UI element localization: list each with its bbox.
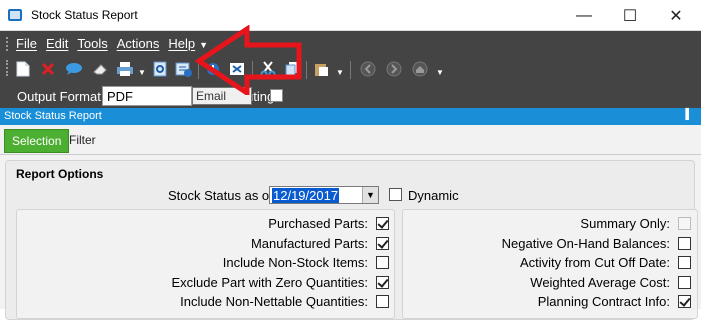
option-row: Include Non-Stock Items: — [223, 253, 389, 272]
summary-only-checkbox[interactable] — [678, 217, 691, 230]
title-bar: Stock Status Report — ☐ ✕ — [0, 0, 701, 31]
close-button[interactable]: ✕ — [653, 0, 699, 31]
print-icon[interactable] — [115, 59, 135, 79]
include-non-nettable-checkbox[interactable] — [376, 295, 389, 308]
weighted-average-cost-checkbox[interactable] — [678, 276, 691, 289]
manufactured-parts-checkbox[interactable] — [376, 237, 389, 250]
menu-toolbar-area: File Edit Tools Actions Help ▼ ▼ ▼ ▼ Out… — [0, 31, 701, 108]
option-label: Purchased Parts: — [268, 216, 368, 231]
stock-status-date-input[interactable]: 12/19/2017 ▼ — [269, 186, 379, 204]
option-label: Planning Contract Info: — [537, 294, 670, 309]
report-options-title: Report Options — [16, 167, 104, 181]
option-label: Manufactured Parts: — [250, 236, 368, 251]
planning-contract-checkbox[interactable] — [678, 295, 691, 308]
option-label: Negative On-Hand Balances: — [501, 236, 670, 251]
panel-header: Stock Status Report ▐ — [0, 108, 701, 125]
option-row: Negative On-Hand Balances: — [502, 234, 691, 253]
option-label: Activity from Cut Off Date: — [519, 255, 670, 270]
negative-on-hand-checkbox[interactable] — [678, 237, 691, 250]
dynamic-label: Dynamic — [408, 188, 459, 203]
tab-filter[interactable]: Filter — [62, 129, 103, 153]
include-non-stock-checkbox[interactable] — [376, 256, 389, 269]
output-format-input[interactable]: PDF — [102, 86, 192, 106]
toolbar-grip[interactable] — [6, 60, 10, 76]
clear-icon[interactable] — [90, 59, 110, 79]
menu-edit[interactable]: Edit — [46, 36, 68, 54]
option-label: Include Non-Stock Items: — [222, 255, 368, 270]
maximize-button[interactable]: ☐ — [607, 0, 653, 31]
left-options-group: Purchased Parts: Manufactured Parts: Inc… — [16, 209, 395, 319]
option-label: Weighted Average Cost: — [530, 275, 670, 290]
toolbar-overflow-icon[interactable]: ▼ — [436, 68, 444, 77]
option-row: Manufactured Parts: — [251, 234, 389, 253]
back-icon[interactable] — [358, 59, 378, 79]
stock-status-date-label: Stock Status as of: — [168, 188, 277, 203]
new-icon[interactable] — [13, 59, 33, 79]
exclude-zero-quantities-checkbox[interactable] — [376, 276, 389, 289]
menu-file[interactable]: File — [16, 36, 37, 54]
option-row: Activity from Cut Off Date: — [520, 253, 691, 272]
email-icon[interactable] — [174, 59, 194, 79]
option-row: Exclude Part with Zero Quantities: — [171, 273, 389, 292]
option-row: Include Non-Nettable Quantities: — [180, 292, 389, 311]
paste-dropdown-icon[interactable]: ▼ — [336, 68, 344, 77]
app-icon — [8, 9, 22, 21]
toolbar-separator — [350, 61, 351, 79]
date-dropdown-button[interactable]: ▼ — [362, 187, 378, 203]
panel-title: Stock Status Report — [4, 110, 102, 122]
option-row: Summary Only: — [580, 214, 691, 233]
tab-row: Selection Filter — [0, 125, 701, 155]
print-preview-icon[interactable] — [150, 59, 170, 79]
dynamic-checkbox[interactable] — [389, 188, 402, 201]
chat-icon[interactable] — [64, 59, 84, 79]
option-label: Include Non-Nettable Quantities: — [180, 294, 368, 309]
date-value: 12/19/2017 — [272, 188, 340, 203]
minimize-button[interactable]: — — [561, 0, 607, 31]
print-dropdown-icon[interactable]: ▼ — [138, 68, 146, 77]
delete-icon[interactable] — [38, 59, 58, 79]
red-arrow-annotation — [195, 25, 302, 95]
toolbar-separator — [306, 61, 307, 79]
option-row: Planning Contract Info: — [538, 292, 691, 311]
pin-icon[interactable]: ▐ — [682, 109, 689, 120]
activity-cut-off-checkbox[interactable] — [678, 256, 691, 269]
right-options-group: Summary Only: Negative On-Hand Balances:… — [402, 209, 698, 319]
option-label: Summary Only: — [580, 216, 670, 231]
tab-selection[interactable]: Selection — [4, 129, 70, 153]
menu-tools[interactable]: Tools — [77, 36, 107, 54]
paste-icon[interactable] — [311, 59, 331, 79]
menu-help[interactable]: Help — [168, 36, 195, 54]
menu-actions[interactable]: Actions — [117, 36, 160, 54]
forward-icon[interactable] — [384, 59, 404, 79]
option-row: Weighted Average Cost: — [530, 273, 691, 292]
purchased-parts-checkbox[interactable] — [376, 217, 389, 230]
selection-content: Report Options Stock Status as of: 12/19… — [0, 155, 701, 320]
home-icon[interactable] — [410, 59, 430, 79]
output-format-label: Output Format: — [17, 89, 105, 104]
option-label: Exclude Part with Zero Quantities: — [171, 275, 368, 290]
report-options-group: Report Options Stock Status as of: 12/19… — [5, 160, 698, 320]
menu-bar: File Edit Tools Actions Help ▼ — [0, 36, 208, 54]
option-row: Purchased Parts: — [268, 214, 389, 233]
window-title: Stock Status Report — [31, 8, 138, 22]
